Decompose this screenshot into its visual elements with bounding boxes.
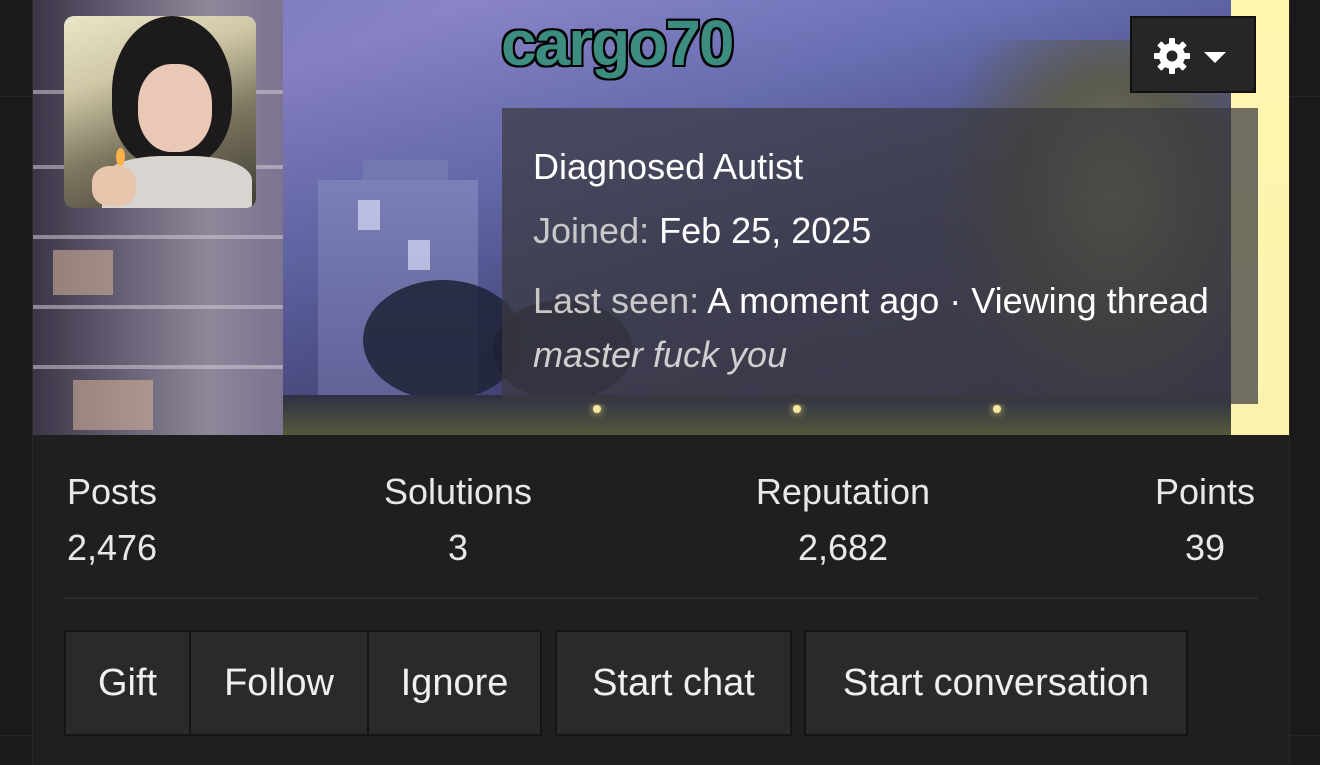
stat-label: Points	[1154, 471, 1256, 512]
stat-label: Reputation	[755, 471, 931, 512]
profile-info-box: Diagnosed Autist Joined: Feb 25, 2025 La…	[502, 108, 1258, 404]
last-seen-row: Last seen: A moment ago · Viewing thread…	[533, 274, 1233, 382]
last-seen-thread-link[interactable]: master fuck you	[533, 334, 787, 375]
start-chat-button[interactable]: Start chat	[555, 630, 792, 736]
stat-posts[interactable]: Posts 2,476	[53, 471, 171, 569]
stat-reputation[interactable]: Reputation 2,682	[748, 471, 938, 569]
joined-row: Joined: Feb 25, 2025	[533, 210, 871, 252]
stat-points[interactable]: Points 39	[1145, 471, 1265, 569]
stat-value: 3	[447, 527, 469, 568]
username[interactable]: cargo70	[501, 6, 734, 80]
gift-button[interactable]: Gift	[64, 630, 191, 736]
gear-icon	[1154, 38, 1190, 74]
ignore-button[interactable]: Ignore	[367, 630, 542, 736]
stat-value: 2,476	[66, 527, 158, 568]
stat-solutions[interactable]: Solutions 3	[373, 471, 543, 569]
custom-title: Diagnosed Autist	[533, 146, 804, 187]
stat-value: 2,682	[797, 527, 889, 568]
caret-down-icon	[1204, 52, 1226, 63]
stat-value: 39	[1184, 527, 1226, 568]
last-seen-label: Last seen:	[533, 280, 700, 321]
member-stats: Posts 2,476 Solutions 3 Reputation 2,682…	[33, 435, 1289, 600]
joined-date: Feb 25, 2025	[659, 210, 872, 251]
avatar[interactable]	[64, 16, 256, 208]
stat-label: Solutions	[383, 471, 533, 512]
profile-settings-menu-button[interactable]	[1130, 16, 1256, 93]
last-seen-value: A moment ago · Viewing thread	[707, 280, 1209, 321]
stat-label: Posts	[66, 471, 158, 512]
start-conversation-button[interactable]: Start conversation	[804, 630, 1188, 736]
joined-label: Joined:	[533, 210, 650, 251]
follow-button[interactable]: Follow	[189, 630, 369, 736]
member-profile-card: cargo70 Diagnosed Autist Joined: Feb 25,…	[32, 0, 1290, 765]
stats-divider	[64, 597, 1258, 599]
profile-banner: cargo70 Diagnosed Autist Joined: Feb 25,…	[33, 0, 1289, 435]
